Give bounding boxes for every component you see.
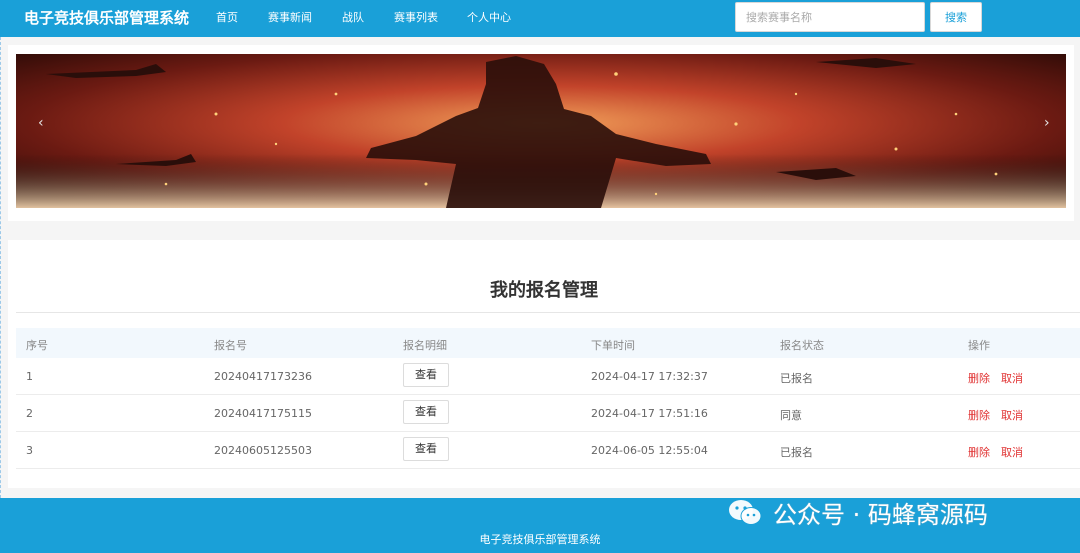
search-input[interactable] [735, 2, 925, 32]
watermark-text: 公众号 · 码蜂窝源码 [773, 501, 988, 529]
status-text: 同意 [780, 409, 802, 422]
cancel-link[interactable]: 取消 [1001, 370, 1023, 386]
order-time: 2024-04-17 17:51:16 [591, 407, 708, 420]
status-text: 已报名 [780, 372, 813, 385]
view-detail-button[interactable]: 查看 [403, 363, 449, 387]
row-index: 3 [26, 444, 33, 457]
delete-link[interactable]: 删除 [968, 370, 990, 386]
registration-number: 20240417173236 [214, 370, 312, 383]
nav-item-news[interactable]: 赛事新闻 [268, 9, 312, 25]
wechat-icon [729, 499, 762, 525]
page-title: 我的报名管理 [490, 280, 598, 301]
view-detail-button[interactable]: 查看 [403, 437, 449, 461]
order-time: 2024-06-05 12:55:04 [591, 444, 708, 457]
nav-item-home[interactable]: 首页 [216, 9, 238, 25]
table-row: 3 20240605125503 查看 2024-06-05 12:55:04 … [16, 432, 1080, 469]
cancel-link[interactable]: 取消 [1001, 444, 1023, 460]
banner-image [16, 54, 1066, 208]
delete-link[interactable]: 删除 [968, 407, 990, 423]
table-row: 1 20240417173236 查看 2024-04-17 17:32:37 … [16, 358, 1080, 395]
row-index: 2 [26, 407, 33, 420]
column-header: 操作 [968, 339, 990, 352]
title-divider [16, 312, 1080, 313]
registration-number: 20240417175115 [214, 407, 312, 420]
table-row: 2 20240417175115 查看 2024-04-17 17:51:16 … [16, 395, 1080, 432]
order-time: 2024-04-17 17:32:37 [591, 370, 708, 383]
carousel: ‹ › [8, 45, 1074, 221]
registration-panel: 我的报名管理 序号 报名号 报名明细 下单时间 报名状态 操作 1 202404… [8, 240, 1080, 488]
column-header: 序号 [26, 339, 48, 352]
top-nav: 电子竞技俱乐部管理系统 首页 赛事新闻 战队 赛事列表 个人中心 搜索 [0, 0, 1080, 37]
registration-number: 20240605125503 [214, 444, 312, 457]
nav-item-events[interactable]: 赛事列表 [394, 9, 438, 25]
column-header: 报名号 [214, 339, 247, 352]
delete-link[interactable]: 删除 [968, 444, 990, 460]
chevron-right-icon[interactable]: › [1044, 115, 1050, 131]
nav-item-teams[interactable]: 战队 [342, 9, 364, 25]
column-header: 报名明细 [403, 339, 447, 352]
column-header: 下单时间 [591, 339, 635, 352]
nav-item-profile[interactable]: 个人中心 [467, 9, 511, 25]
chevron-left-icon[interactable]: ‹ [38, 115, 44, 131]
row-index: 1 [26, 370, 33, 383]
column-header: 报名状态 [780, 339, 824, 352]
app-title[interactable]: 电子竞技俱乐部管理系统 [24, 7, 189, 28]
watermark: 公众号 · 码蜂窝源码 [727, 495, 988, 530]
table-header: 序号 报名号 报名明细 下单时间 报名状态 操作 [16, 328, 1080, 358]
footer-text: 电子竞技俱乐部管理系统 [479, 533, 601, 546]
status-text: 已报名 [780, 446, 813, 459]
view-detail-button[interactable]: 查看 [403, 400, 449, 424]
cancel-link[interactable]: 取消 [1001, 407, 1023, 423]
search-button[interactable]: 搜索 [930, 2, 982, 32]
